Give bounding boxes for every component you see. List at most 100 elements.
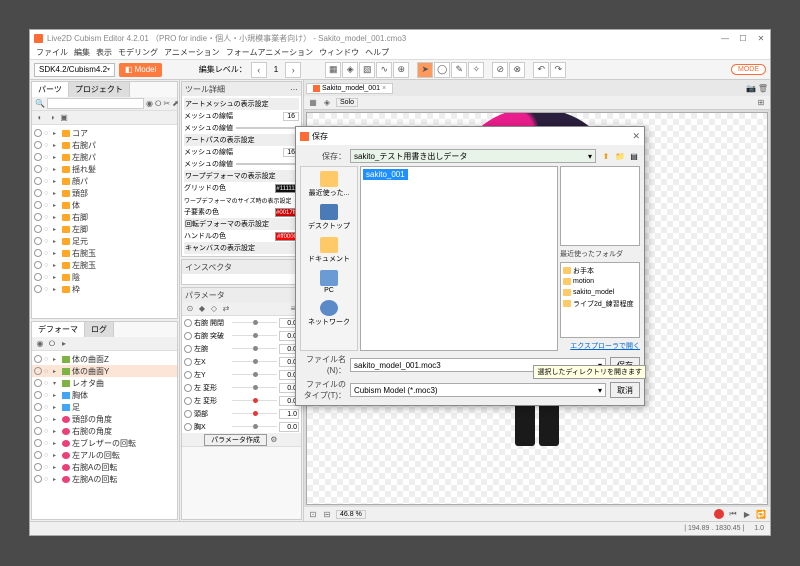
panel-menu-icon[interactable]: ⋯ <box>290 85 298 94</box>
expand-icon[interactable]: ▸ <box>53 154 60 161</box>
tab-log[interactable]: ログ <box>85 322 114 337</box>
expand-icon[interactable]: ▸ <box>53 286 60 293</box>
show-mesh-icon[interactable]: ▦ <box>308 98 318 108</box>
filetype-field[interactable]: Cubism Model (*.moc3) <box>354 386 438 395</box>
visibility-toggle[interactable] <box>34 379 42 387</box>
param-row[interactable]: 左 変形0.0 <box>182 381 301 394</box>
param-slider[interactable] <box>232 332 277 339</box>
visibility-toggle[interactable] <box>34 415 42 423</box>
filename-field[interactable]: sakito_model_001.moc3 <box>354 361 441 370</box>
param-slider[interactable] <box>232 358 277 365</box>
lock-toggle[interactable]: ○ <box>44 178 51 185</box>
new-folder-icon[interactable]: 📁 <box>614 150 626 162</box>
play-icon[interactable]: ▶ <box>742 509 752 519</box>
expand-icon[interactable]: ▸ <box>53 238 60 245</box>
visibility-toggle[interactable] <box>34 141 42 149</box>
expand-icon[interactable]: ▸ <box>53 464 60 471</box>
param-toggle[interactable] <box>184 358 192 366</box>
tree-row[interactable]: ○▸右腕玉 <box>32 247 177 259</box>
expand-icon[interactable]: ▸ <box>53 214 60 221</box>
file-list[interactable]: sakito_001 <box>360 166 558 351</box>
lock-toggle[interactable]: ○ <box>44 250 51 257</box>
tool-warp-icon[interactable]: ▧ <box>359 62 375 78</box>
param-toggle[interactable] <box>184 410 192 418</box>
param-row[interactable]: 胸X0.0 <box>182 420 301 433</box>
loop-icon[interactable]: 🔁 <box>756 509 766 519</box>
menu-file[interactable]: ファイル <box>34 47 70 58</box>
visibility-toggle[interactable] <box>34 213 42 221</box>
tab-project[interactable]: プロジェクト <box>69 82 130 97</box>
param-key-icon[interactable]: ◆ <box>197 304 207 314</box>
param-slider[interactable] <box>232 410 277 417</box>
param-key2-icon[interactable]: ◇ <box>209 304 219 314</box>
visibility-toggle[interactable] <box>34 129 42 137</box>
param-row[interactable]: 左腕0.0 <box>182 342 301 355</box>
expand-icon[interactable]: ▸ <box>53 142 60 149</box>
side-desktop[interactable]: デスクトップ <box>308 204 350 231</box>
recent-item[interactable]: ライブ2d_練習程度 <box>563 298 637 309</box>
lock-toggle[interactable]: ○ <box>44 380 51 387</box>
gear-icon[interactable]: ⚙ <box>269 435 279 445</box>
maximize-button[interactable]: ☐ <box>738 34 748 43</box>
expand-icon[interactable]: ▸ <box>53 130 60 137</box>
visibility-toggle[interactable] <box>34 463 42 471</box>
tool-skinning-icon[interactable]: ⊗ <box>509 62 525 78</box>
tree-row[interactable]: ○▸足元 <box>32 235 177 247</box>
lock-toggle[interactable]: ○ <box>44 130 51 137</box>
tool-redo-icon[interactable]: ↷ <box>550 62 566 78</box>
tree-row[interactable]: ○▾レオタ曲 <box>32 377 177 389</box>
lock-toggle[interactable]: ○ <box>44 190 51 197</box>
expand-icon[interactable]: ▸ <box>53 202 60 209</box>
param-toggle[interactable] <box>184 384 192 392</box>
lock-toggle[interactable]: ○ <box>44 262 51 269</box>
menu-edit[interactable]: 編集 <box>72 47 92 58</box>
tool-mesh-icon[interactable]: ▦ <box>325 62 341 78</box>
tree-row[interactable]: ○▸陰 <box>32 271 177 283</box>
param-default-icon[interactable]: ⊙ <box>185 304 195 314</box>
visibility-toggle[interactable] <box>34 153 42 161</box>
dialog-close-button[interactable]: ✕ <box>632 131 640 142</box>
trash-icon[interactable]: 🗑 <box>758 83 768 93</box>
show-deform-icon[interactable]: ◈ <box>322 98 332 108</box>
level-down-button[interactable]: ‹ <box>251 62 267 78</box>
clip-icon[interactable]: ✂ <box>163 99 170 109</box>
tool-path-icon[interactable]: ✧ <box>468 62 484 78</box>
def-lock-icon[interactable]: ⭘ <box>47 339 57 349</box>
tool-arrow-icon[interactable]: ➤ <box>417 62 433 78</box>
side-recent[interactable]: 最近使った... <box>309 171 350 198</box>
tool-glue-icon[interactable]: ⊕ <box>393 62 409 78</box>
visibility-toggle[interactable] <box>34 439 42 447</box>
save-in-value[interactable]: sakito_テスト用書き出しデータ <box>354 151 467 162</box>
zoom-fit-icon[interactable]: ⊟ <box>322 509 332 519</box>
open-explorer-link[interactable]: エクスプローラで開く <box>560 341 640 351</box>
tree-row[interactable]: ○▸右腕の角度 <box>32 425 177 437</box>
recent-item[interactable]: motion <box>563 276 637 287</box>
expand-icon[interactable]: ▸ <box>53 190 60 197</box>
visibility-toggle[interactable] <box>34 285 42 293</box>
lock-toggle[interactable]: ○ <box>44 274 51 281</box>
view-icon[interactable]: ▤ <box>628 150 640 162</box>
visibility-toggle[interactable] <box>34 201 42 209</box>
tree-row[interactable]: ○▸体の曲面Z <box>32 353 177 365</box>
create-param-button[interactable]: パラメータ作成 <box>204 434 267 446</box>
expand-icon[interactable]: ▸ <box>53 452 60 459</box>
expand-icon[interactable]: ▸ <box>53 392 60 399</box>
parts-search-input[interactable] <box>47 98 144 109</box>
menu-animation[interactable]: アニメーション <box>162 47 222 58</box>
param-toggle[interactable] <box>184 319 192 327</box>
ap-slider[interactable] <box>236 163 296 165</box>
visibility-toggle[interactable] <box>34 165 42 173</box>
solo-label[interactable]: Solo <box>336 98 358 107</box>
param-toggle[interactable] <box>184 397 192 405</box>
param-slider[interactable] <box>232 397 277 404</box>
expand-icon[interactable]: ▸ <box>53 356 60 363</box>
visibility-toggle[interactable] <box>34 261 42 269</box>
opacity-slider[interactable] <box>236 127 296 129</box>
visibility-toggle[interactable] <box>34 391 42 399</box>
side-network[interactable]: ネットワーク <box>308 300 350 327</box>
tree-row[interactable]: ○▸左アルの回転 <box>32 449 177 461</box>
lock-toggle[interactable]: ○ <box>44 452 51 459</box>
tree-row[interactable]: ○▸足 <box>32 401 177 413</box>
lock-toggle[interactable]: ○ <box>44 416 51 423</box>
tool-deform-icon[interactable]: ◈ <box>342 62 358 78</box>
